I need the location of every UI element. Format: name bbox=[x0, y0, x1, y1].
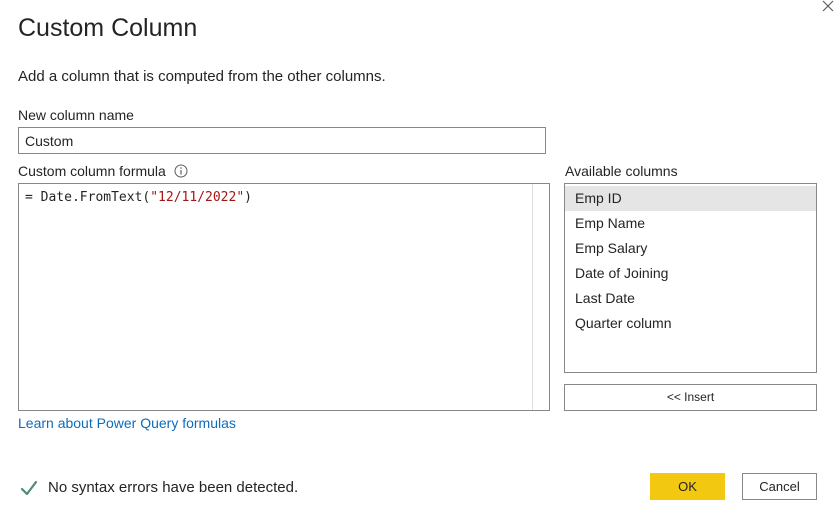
formula-label-row: Custom column formula bbox=[18, 163, 188, 179]
new-column-name-label: New column name bbox=[18, 107, 134, 123]
custom-column-dialog: Custom Column Add a column that is compu… bbox=[0, 0, 836, 524]
formula-string-literal: "12/11/2022" bbox=[150, 190, 245, 205]
formula-label: Custom column formula bbox=[18, 163, 166, 179]
ok-button[interactable]: OK bbox=[650, 473, 725, 500]
available-columns-list[interactable]: Emp ID Emp Name Emp Salary Date of Joini… bbox=[564, 183, 817, 373]
new-column-name-input[interactable] bbox=[18, 127, 546, 154]
available-columns-label: Available columns bbox=[565, 163, 678, 179]
formula-scrollbar[interactable] bbox=[532, 184, 549, 410]
check-icon bbox=[20, 480, 38, 495]
insert-button[interactable]: << Insert bbox=[564, 384, 817, 411]
available-column-item[interactable]: Emp ID bbox=[565, 186, 816, 211]
available-column-item[interactable]: Quarter column bbox=[565, 311, 816, 336]
syntax-status: No syntax errors have been detected. bbox=[20, 479, 298, 496]
available-column-item[interactable]: Last Date bbox=[565, 286, 816, 311]
available-column-item[interactable]: Emp Name bbox=[565, 211, 816, 236]
cancel-button[interactable]: Cancel bbox=[742, 473, 817, 500]
info-icon[interactable] bbox=[174, 164, 188, 178]
formula-code-suffix: ) bbox=[244, 190, 252, 205]
formula-code: = Date.FromText( bbox=[25, 190, 151, 205]
close-icon[interactable] bbox=[820, 0, 834, 14]
formula-text[interactable]: = Date.FromText("12/11/2022") bbox=[25, 190, 252, 205]
available-column-item[interactable]: Emp Salary bbox=[565, 236, 816, 261]
dialog-subtitle: Add a column that is computed from the o… bbox=[18, 68, 386, 85]
available-column-item[interactable]: Date of Joining bbox=[565, 261, 816, 286]
dialog-title: Custom Column bbox=[18, 14, 198, 42]
learn-power-query-link[interactable]: Learn about Power Query formulas bbox=[18, 415, 236, 431]
syntax-status-text: No syntax errors have been detected. bbox=[48, 479, 299, 496]
formula-editor[interactable]: = Date.FromText("12/11/2022") bbox=[18, 183, 550, 411]
